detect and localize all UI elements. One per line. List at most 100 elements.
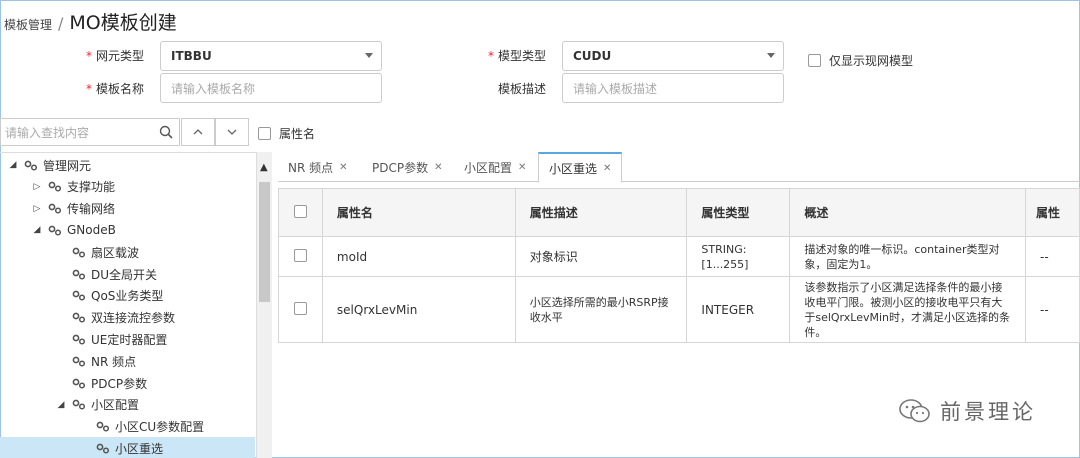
breadcrumb-parent[interactable]: 模板管理 <box>4 16 52 33</box>
collapse-icon[interactable]: ◢ <box>32 225 42 235</box>
tree-node-label: 管理网元 <box>43 158 92 173</box>
breadcrumb-separator: / <box>58 14 64 33</box>
tab-label: PDCP参数 <box>372 160 429 175</box>
chevron-down-icon <box>227 129 237 135</box>
tree-node[interactable]: ▷ 传输网络 <box>0 198 255 220</box>
tree-node[interactable]: ▷ 支撑功能 <box>0 176 255 198</box>
cell-summary: 该参数指示了小区满足选择条件的最小接收电平门限。被测小区的接收电平只有大于sel… <box>789 276 1026 343</box>
close-icon[interactable]: ✕ <box>434 162 442 173</box>
tree-node[interactable]: UE定时器配置 <box>0 328 255 350</box>
search-prev-button[interactable] <box>181 118 215 146</box>
close-icon[interactable]: ✕ <box>339 162 347 173</box>
col-summary[interactable]: 概述 <box>789 188 1026 237</box>
tree-node-label: QoS业务类型 <box>91 289 164 304</box>
close-icon[interactable]: ✕ <box>518 162 526 173</box>
col-attr-extra[interactable]: 属性 <box>1025 188 1080 237</box>
gear-icon <box>72 378 86 389</box>
tree-node[interactable]: ◢ GNodeB <box>0 219 255 241</box>
tab-label: NR 频点 <box>288 160 334 175</box>
col-attr-type[interactable]: 属性类型 <box>686 188 791 237</box>
cell-attr-type: STRING: [1...255] <box>686 236 791 277</box>
ne-type-select[interactable]: ITBBU <box>160 41 382 71</box>
collapse-icon[interactable]: ◢ <box>56 400 66 410</box>
gear-icon <box>72 269 86 280</box>
row-select-cell <box>278 276 323 343</box>
table-row[interactable]: moId 对象标识 STRING: [1...255] 描述对象的唯一标识。co… <box>278 236 1080 277</box>
cell-attr-extra: -- <box>1025 276 1080 343</box>
tree-node[interactable]: NR 频点 <box>0 350 255 372</box>
breadcrumb: 模板管理 / MO模板创建 <box>4 8 177 35</box>
select-all-cell <box>278 188 323 237</box>
expand-icon[interactable]: ▷ <box>32 204 42 214</box>
select-all-checkbox[interactable] <box>293 204 307 218</box>
navigation-tree: ◢ 管理网元 ▷ 支撑功能 ▷ 传输网络 ◢ GNodeB 扇区载波 DU全局开关 QoS业务类型双… <box>0 152 272 458</box>
gear-icon <box>72 247 86 258</box>
collapse-icon[interactable]: ◢ <box>8 160 18 170</box>
col-attr-name[interactable]: 属性名 <box>321 188 516 237</box>
tree-node-label: GNodeB <box>67 223 116 238</box>
tree-node[interactable]: ◢ 小区配置 <box>0 394 255 416</box>
template-desc-input[interactable]: 请输入模板描述 <box>562 73 784 103</box>
only-live-model-checkbox[interactable] <box>808 54 821 67</box>
tree-node-label: NR 频点 <box>91 354 137 369</box>
tab-item[interactable]: 小区配置 ✕ <box>454 152 536 182</box>
table-row[interactable]: selQrxLevMin 小区选择所需的最小RSRP接收水平 INTEGER 该… <box>278 276 1080 343</box>
col-attr-desc[interactable]: 属性描述 <box>514 188 688 237</box>
tree-node[interactable]: PDCP参数 <box>0 372 255 394</box>
tab-item[interactable]: 小区重选 ✕ <box>538 152 623 183</box>
cell-attr-extra: -- <box>1025 236 1080 277</box>
tab-label: 小区配置 <box>464 160 513 175</box>
page-title: MO模板创建 <box>69 12 177 34</box>
tab-item[interactable]: NR 频点 ✕ <box>278 152 358 182</box>
gear-icon <box>96 443 110 454</box>
model-type-select[interactable]: CUDU <box>562 41 784 71</box>
tree-node-label: DU全局开关 <box>91 267 158 282</box>
tab-bar: NR 频点 ✕ PDCP参数 ✕ 小区配置 ✕ 小区重选 ✕ <box>278 152 1080 183</box>
chevron-up-icon <box>193 129 203 135</box>
gear-icon <box>72 356 86 367</box>
tree-node[interactable]: 双连接流控参数 <box>0 307 255 329</box>
tree-node-label: 传输网络 <box>67 202 116 217</box>
cell-attr-name: moId <box>321 236 516 277</box>
gear-icon <box>72 312 86 323</box>
tree-node[interactable]: 小区重选 <box>0 437 255 458</box>
expand-icon[interactable]: ▷ <box>32 182 42 192</box>
row-select-cell <box>278 236 323 277</box>
scrollbar-thumb[interactable] <box>259 182 270 302</box>
gear-icon <box>96 421 110 432</box>
template-desc-placeholder: 请输入模板描述 <box>573 81 658 96</box>
attr-name-filter[interactable]: 属性名 <box>258 125 315 142</box>
only-live-model-label: 仅显示现网模型 <box>829 54 914 68</box>
ne-type-value: ITBBU <box>171 49 212 63</box>
tree-scrollbar[interactable]: ▲ <box>256 152 272 458</box>
row-checkbox[interactable] <box>293 301 307 315</box>
attribute-table: 属性名 属性描述 属性类型 概述 属性 moId 对象标识 STRING: [1… <box>278 188 1080 343</box>
search-input[interactable]: 请输入查找内容 <box>0 118 180 146</box>
wechat-icon <box>899 399 930 423</box>
attr-name-checkbox[interactable] <box>258 127 271 140</box>
attr-name-label: 属性名 <box>279 127 316 141</box>
tree-node-label: 小区CU参数配置 <box>115 420 205 435</box>
tree-node[interactable]: 小区CU参数配置 <box>0 416 255 438</box>
only-live-model-toggle[interactable]: 仅显示现网模型 <box>808 52 913 69</box>
gear-icon <box>72 290 86 301</box>
tree-node-label: 支撑功能 <box>67 180 116 195</box>
tree-node[interactable]: QoS业务类型 <box>0 285 255 307</box>
ne-type-label: * 网元类型 <box>86 49 145 63</box>
tab-item[interactable]: PDCP参数 ✕ <box>362 152 452 182</box>
gear-icon <box>72 334 86 345</box>
search-placeholder: 请输入查找内容 <box>5 125 90 140</box>
template-name-input[interactable]: 请输入模板名称 <box>160 73 382 103</box>
gear-icon <box>48 225 62 236</box>
template-name-label: * 模板名称 <box>86 82 145 96</box>
cell-attr-type: INTEGER <box>686 276 791 343</box>
close-icon[interactable]: ✕ <box>603 163 611 174</box>
template-name-placeholder: 请输入模板名称 <box>171 81 256 96</box>
tree-node[interactable]: 扇区载波 <box>0 241 255 263</box>
row-checkbox[interactable] <box>293 248 307 262</box>
scroll-up-icon[interactable]: ▲ <box>260 162 268 173</box>
search-next-button[interactable] <box>215 118 249 146</box>
tree-node[interactable]: DU全局开关 <box>0 263 255 285</box>
tree-node[interactable]: ◢ 管理网元 <box>0 154 255 176</box>
search-icon[interactable] <box>159 125 173 142</box>
